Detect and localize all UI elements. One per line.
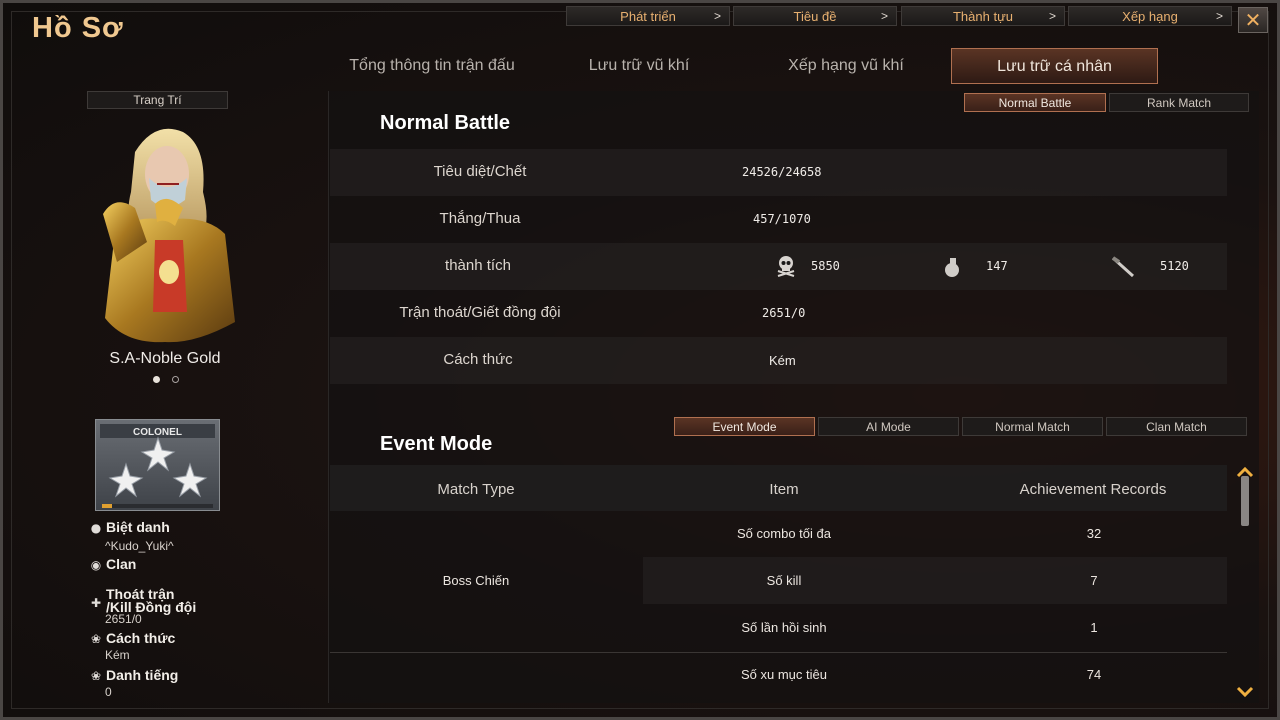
clover-icon: ❀ [90,669,102,683]
item-cell: Số xu mục tiêu [741,667,827,682]
leave-teamkill-value: 2651/0 [105,612,142,626]
nav-thanh-tuu-button[interactable]: Thành tựu > [901,6,1065,26]
nav-label: Phát triển [620,9,676,24]
chevron-right-icon: > [880,9,888,23]
character-portrait [103,128,235,343]
match-type-cell: Boss Chiến [442,573,510,588]
runner-icon: ✚ [90,596,102,610]
leave-teamkill-label: Thoát trận /Kill Đồng đội [106,586,197,615]
stat-value: Kém [769,353,796,368]
clan-label: Clan [106,556,137,572]
tab-xep-hang-vu-khi[interactable]: Xếp hạng vũ khí [760,48,932,84]
reputation-label: Danh tiếng [106,667,179,683]
close-icon: ✕ [1244,8,1262,32]
scroll-thumb[interactable] [1241,476,1249,526]
tab-clan-match[interactable]: Clan Match [1106,417,1247,436]
item-cell: Số combo tối đa [737,526,831,541]
tab-ai-mode[interactable]: AI Mode [818,417,959,436]
stat-row: Cách thức Kém [330,337,1227,384]
tab-luu-tru-ca-nhan[interactable]: Lưu trữ cá nhân [951,48,1158,84]
tab-event-mode[interactable]: Event Mode [674,417,815,436]
column-header: Achievement Records [1019,481,1167,498]
manner-value: Kém [105,648,130,662]
chevron-right-icon: > [1048,9,1056,23]
colonel-insignia-icon: COLONEL [100,424,215,508]
nav-label: Xếp hạng [1122,9,1178,24]
stat-label: Tiêu diệt/Chết [433,163,527,180]
skull-icon [777,256,795,277]
item-cell: Số kill [766,573,802,588]
nav-tieu-de-button[interactable]: Tiêu đề > [733,6,897,26]
grenade-icon [945,258,959,277]
stat-value: 2651/0 [762,306,806,320]
clover-icon: ❀ [90,632,102,646]
nav-label: Tiêu đề [793,9,837,24]
stat-label: Trận thoát/Giết đồng đội [399,304,561,321]
tab-luu-tru-vu-khi[interactable]: Lưu trữ vũ khí [560,48,718,84]
reputation-value: 0 [105,685,112,699]
record-cell: 1 [1090,620,1098,635]
stat-label: thành tích [445,257,511,274]
record-cell: 7 [1090,573,1098,588]
chevron-right-icon: > [713,9,721,23]
item-cell: Số lần hồi sinh [741,620,827,635]
rank-badge-label: COLONEL [133,427,182,438]
stat-row: Thắng/Thua 457/1070 [330,196,1227,243]
event-mode-title: Event Mode [380,433,493,455]
tab-normal-battle[interactable]: Normal Battle [964,93,1106,112]
column-header: Item [769,481,799,498]
kill-achievement-value: 5850 [811,259,840,273]
row-divider [330,652,1227,653]
grenade-achievement-value: 147 [986,259,1008,273]
scroll-down-icon[interactable] [1236,686,1254,698]
nav-phat-trien-button[interactable]: Phát triển > [566,6,730,26]
person-icon: ● [90,521,102,535]
clan-icon: ◉ [90,558,102,572]
manner-label: Cách thức [106,630,176,646]
nickname-value: ^Kudo_Yuki^ [105,539,174,553]
scrollbar[interactable] [1236,466,1254,698]
stat-label: Thắng/Thua [439,210,521,227]
stat-row: Trận thoát/Giết đồng đội 2651/0 [330,290,1227,337]
nav-xep-hang-button[interactable]: Xếp hạng > [1068,6,1232,26]
chevron-right-icon: > [1215,9,1223,23]
record-cell: 74 [1086,667,1102,682]
window-title: Hồ Sơ [32,12,124,44]
carousel-dot-active[interactable] [153,376,160,383]
stat-value: 24526/24658 [742,165,822,179]
decor-button[interactable]: Trang Trí [87,91,228,109]
normal-battle-title: Normal Battle [380,112,511,134]
knife-icon [1111,256,1135,278]
carousel-dot[interactable] [172,376,179,383]
close-button[interactable]: ✕ [1238,7,1268,33]
stat-value: 457/1070 [753,212,811,226]
stat-label: Cách thức [443,351,513,368]
tab-normal-match[interactable]: Normal Match [962,417,1103,436]
rank-badge: COLONEL [95,419,220,511]
stat-row: thành tích 5850 147 5120 [330,243,1227,290]
nav-label: Thành tựu [952,9,1014,24]
knife-achievement-value: 5120 [1160,259,1189,273]
tab-rank-match[interactable]: Rank Match [1109,93,1249,112]
character-name: S.A-Noble Gold [109,350,221,367]
stat-row: Tiêu diệt/Chết 24526/24658 [330,149,1227,196]
record-cell: 32 [1086,526,1102,541]
nickname-label: Biệt danh [106,519,170,535]
tab-tong-thong-tin[interactable]: Tổng thông tin trận đấu [318,48,546,84]
column-header: Match Type [437,481,515,498]
